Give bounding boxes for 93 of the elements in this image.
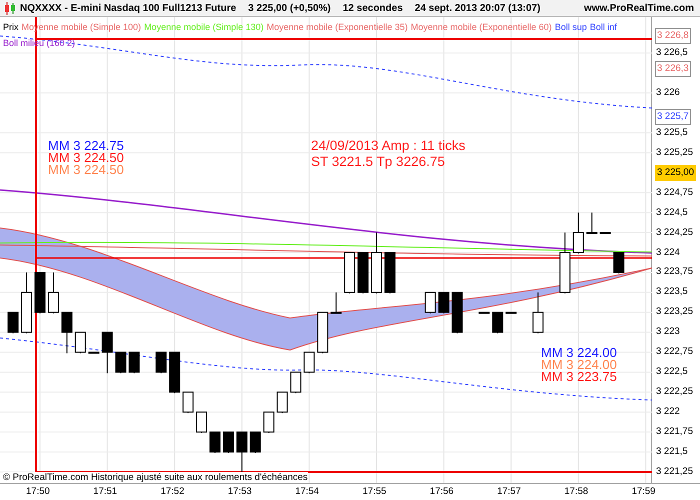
candlestick xyxy=(156,352,167,374)
moving-average-label: MM 3 224.50 xyxy=(48,164,124,176)
time-tick-label: 17:51 xyxy=(93,486,118,497)
price-change: 3 225,00 (+0,50%) xyxy=(248,2,331,14)
moving-average-label: MM 3 224.50 xyxy=(48,152,124,164)
candlestick xyxy=(532,292,544,334)
price-tick-label: 3 222 xyxy=(656,405,680,420)
time-tick-label: 17:58 xyxy=(564,486,588,497)
time-tick-label: 17:55 xyxy=(362,486,386,497)
candlestick xyxy=(478,312,490,314)
price-tick-label: 3 223,75 xyxy=(656,265,693,280)
price-tick-label: 3 222,25 xyxy=(656,385,693,400)
time-tick-label: 17:54 xyxy=(295,486,319,497)
candlestick xyxy=(74,332,86,354)
legend-item[interactable]: Moyenne mobile (Exponentielle 60) xyxy=(410,19,552,35)
candlestick xyxy=(559,232,570,294)
legend-item[interactable]: Prix xyxy=(3,19,18,35)
candlestick xyxy=(344,252,356,294)
price-tick-label: 3 224,5 xyxy=(656,206,688,220)
time-tick-label: 17:50 xyxy=(26,486,50,497)
candlestick xyxy=(492,312,504,334)
candlestick xyxy=(358,252,369,294)
candlestick xyxy=(330,292,342,314)
price-tick-label: 3 221,5 xyxy=(656,445,688,459)
time-tick-label: 17:53 xyxy=(228,486,252,497)
candlestick xyxy=(263,412,274,434)
candlestick xyxy=(371,232,382,294)
price-tick-label: 3 224,75 xyxy=(656,186,693,200)
candlestick xyxy=(572,212,584,254)
moving-average-label: MM 3 223.75 xyxy=(541,371,617,383)
legend-item[interactable]: Boll sup xyxy=(554,19,587,35)
price-tick-label: 3 226,5 xyxy=(656,46,688,60)
price-tick-label: 3 223,5 xyxy=(656,285,688,300)
annotation-text: ST 3221.5 Tp 3226.75 xyxy=(311,154,446,170)
price-tick-label: 3 223 xyxy=(656,325,680,340)
price-tick-label: 3 225,25 xyxy=(656,146,693,160)
candlestick xyxy=(115,352,126,374)
price-tick-label: 3 223,25 xyxy=(656,305,693,320)
legend-item[interactable]: Moyenne mobile (Exponentielle 35) xyxy=(266,19,408,35)
candlestick xyxy=(8,312,19,334)
interval-label: 12 secondes xyxy=(342,2,403,14)
candlestick xyxy=(236,432,248,474)
moving-average-label: MM 3 224.00 xyxy=(541,359,617,371)
candlestick xyxy=(424,292,436,314)
candlestick xyxy=(304,352,315,374)
candlestick xyxy=(34,272,46,314)
candlestick xyxy=(452,292,463,334)
candlestick xyxy=(196,412,208,434)
price-tick-label: 3 226 xyxy=(656,86,680,100)
candlestick xyxy=(506,312,517,314)
candlestick xyxy=(88,352,100,354)
moving-average-label: MM 3 224.75 xyxy=(48,140,124,152)
price-tick-label: 3 221,25 xyxy=(656,464,693,479)
price-tick-label: 3 225,5 xyxy=(656,126,688,140)
candlestick xyxy=(48,272,59,314)
copyright-note: © ProRealTime.com Historique ajusté suite aux roulements d'échéances xyxy=(3,472,308,483)
candlestick xyxy=(613,252,624,274)
candlestick xyxy=(586,212,598,234)
price-tick-label: 3 224 xyxy=(656,246,680,260)
candlestick xyxy=(250,432,261,454)
candlestick xyxy=(169,352,180,394)
time-tick-label: 17:56 xyxy=(430,486,454,497)
candlestick xyxy=(61,312,72,354)
candlestick xyxy=(182,392,194,414)
candlestick xyxy=(21,272,32,334)
time-tick-label: 17:52 xyxy=(160,486,184,497)
time-tick-label: 17:59 xyxy=(632,486,656,497)
candlestick xyxy=(222,432,234,454)
date-time: 24 sept. 2013 20:07 (13:07) xyxy=(414,2,540,14)
price-marker: 3 226,3 xyxy=(655,60,691,77)
moving-average-label: MM 3 224.00 xyxy=(541,347,617,359)
candlestick xyxy=(384,252,396,294)
price-tick-label: 3 222,5 xyxy=(656,365,688,380)
price-marker: 3 225,00 xyxy=(655,164,696,181)
price-marker: 3 225,7 xyxy=(655,108,691,125)
instrument-title: NQXXXX - E-mini Nasdaq 100 Full1213 Future xyxy=(20,2,236,14)
price-tick-label: 3 224,25 xyxy=(656,226,693,240)
candlestick xyxy=(276,392,288,414)
price-tick-label: 3 221,75 xyxy=(656,425,693,440)
candlestick-icon xyxy=(4,2,16,14)
legend-item[interactable]: Boll inf xyxy=(590,19,617,35)
price-marker: 3 226,8 xyxy=(655,28,691,44)
candlestick xyxy=(317,312,328,354)
time-tick-label: 17:57 xyxy=(497,486,521,497)
candlestick xyxy=(600,232,611,234)
candlestick xyxy=(128,352,140,374)
annotation-text: 24/09/2013 Amp : 11 ticks xyxy=(311,138,466,154)
candlestick xyxy=(209,432,220,454)
price-tick-label: 3 222,75 xyxy=(656,345,693,360)
candlestick xyxy=(102,332,113,374)
candlestick xyxy=(438,292,450,314)
website-link[interactable]: www.ProRealTime.com xyxy=(584,2,694,14)
candlestick xyxy=(290,372,302,394)
